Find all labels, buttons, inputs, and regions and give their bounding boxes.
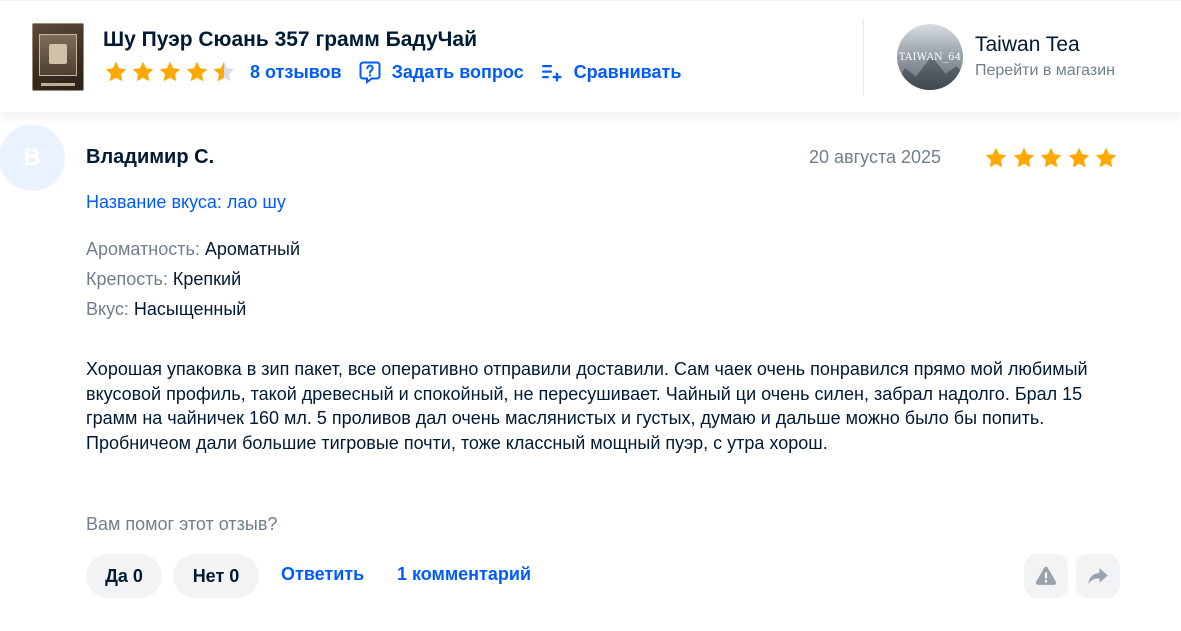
ask-question-label: Задать вопрос (391, 61, 524, 82)
attribute-value: Ароматный (204, 239, 301, 259)
review-date: 20 августа 2025 (809, 147, 942, 167)
attribute-strength: Крепость: Крепкий (86, 269, 241, 290)
helpful-no-button[interactable]: Нет 0 (173, 554, 259, 598)
comments-link[interactable]: 1 комментарий (397, 564, 531, 585)
review-rating-stars (984, 146, 1122, 170)
star-icon-filled (1068, 147, 1089, 168)
attribute-value: Крепкий (172, 269, 242, 289)
attribute-key: Вкус: (86, 299, 129, 319)
compare-link[interactable]: Сравнивать (540, 60, 682, 84)
share-button[interactable] (1076, 554, 1120, 598)
star-icon-filled (105, 61, 127, 82)
star-icon-half (213, 61, 235, 82)
ask-question-link[interactable]: Задать вопрос (358, 60, 524, 84)
star-icon-filled (1095, 147, 1117, 168)
report-button[interactable] (1024, 554, 1068, 598)
package-seal (49, 44, 67, 64)
star-icon-filled (1013, 147, 1034, 168)
star-icon-filled (985, 147, 1007, 168)
flavor-variant-link[interactable]: Название вкуса: лао шу (86, 192, 286, 213)
star-icon-filled (186, 61, 208, 82)
author-name: Владимир С. (86, 146, 215, 168)
compare-list-icon (541, 65, 562, 82)
go-to-store-link[interactable]: Перейти в магазин (975, 62, 1115, 80)
compare-label: Сравнивать (573, 61, 682, 82)
share-arrow-icon (1088, 568, 1108, 585)
helpful-question: Вам помог этот отзыв? (86, 514, 278, 534)
product-rating-row: 8 отзывов Задать вопрос Сравнивать (104, 59, 681, 85)
attribute-key: Крепость: (86, 269, 168, 289)
star-icon-filled (132, 61, 154, 82)
warning-triangle-icon (1035, 566, 1057, 585)
question-bubble-icon (359, 61, 381, 84)
review-text: Хорошая упаковка в зип пакет, все операт… (86, 359, 1088, 453)
attribute-aroma: Ароматность: Ароматный (86, 239, 300, 260)
product-title[interactable]: Шу Пуэр Сюань 357 грамм БадуЧай (103, 28, 477, 52)
store-avatar-text: TAIWAN_64 (898, 52, 962, 63)
attribute-taste: Вкус: Насыщенный (86, 299, 246, 320)
star-icon-filled (159, 61, 181, 82)
author-avatar: В (0, 125, 65, 191)
reply-link[interactable]: Ответить (281, 564, 364, 585)
attribute-key: Ароматность: (86, 239, 200, 259)
reviews-count-link[interactable]: 8 отзывов (250, 62, 342, 83)
attribute-value: Насыщенный (133, 299, 247, 319)
star-icon-filled (1040, 147, 1062, 168)
product-thumbnail[interactable] (32, 23, 84, 91)
store-name[interactable]: Taiwan Tea (975, 33, 1080, 57)
product-rating-stars[interactable] (104, 60, 239, 84)
product-header: Шу Пуэр Сюань 357 грамм БадуЧай 8 отзыво… (0, 0, 1181, 112)
package-caption (41, 83, 75, 86)
store-avatar[interactable]: TAIWAN_64 (897, 24, 963, 90)
helpful-yes-button[interactable]: Да 0 (86, 554, 162, 598)
header-divider (863, 19, 864, 95)
